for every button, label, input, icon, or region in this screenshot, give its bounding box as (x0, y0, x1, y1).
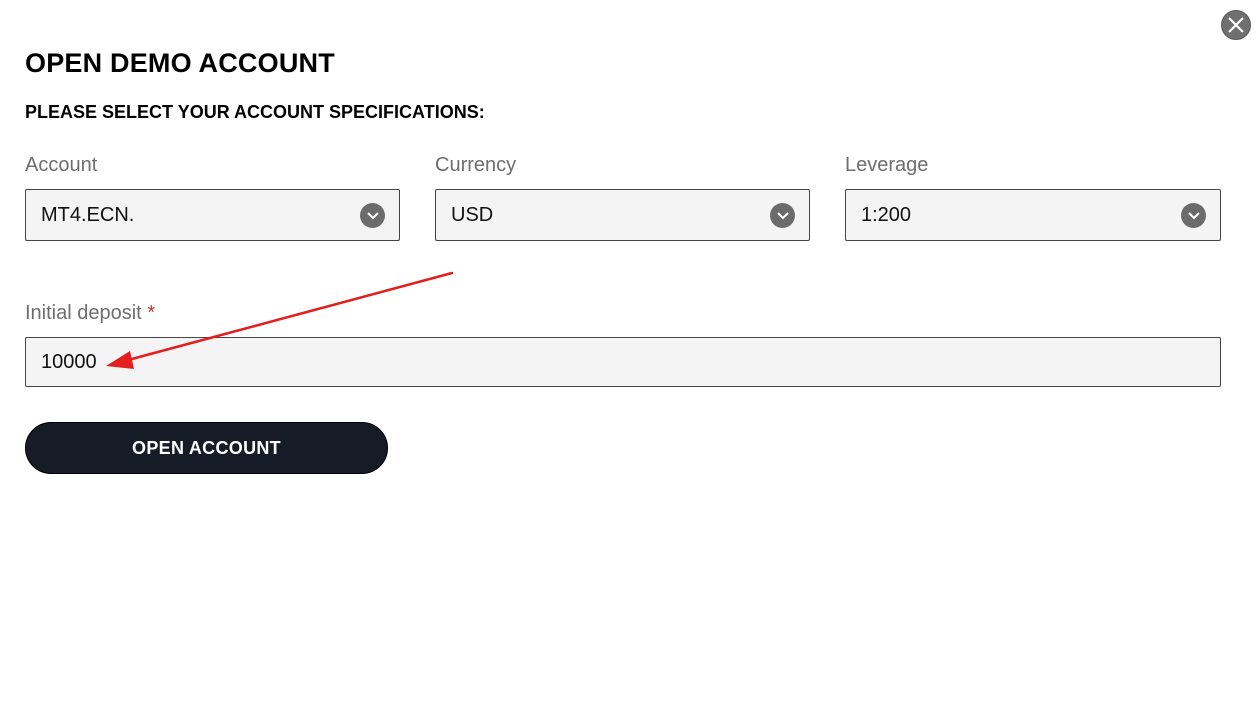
leverage-label: Leverage (845, 154, 929, 176)
chevron-down-icon (770, 203, 795, 228)
open-account-button[interactable]: OPEN ACCOUNT (25, 422, 388, 474)
leverage-select[interactable]: 1:200 (845, 189, 1221, 241)
currency-label: Currency (435, 154, 517, 176)
dialog-subtitle: PLEASE SELECT YOUR ACCOUNT SPECIFICATION… (25, 102, 485, 122)
initial-deposit-label-text: Initial deposit (25, 302, 142, 324)
close-icon (1228, 17, 1244, 33)
open-demo-account-dialog: OPEN DEMO ACCOUNT PLEASE SELECT YOUR ACC… (0, 0, 1259, 728)
chevron-down-icon (1181, 203, 1206, 228)
account-selected-value: MT4.ECN. (41, 203, 135, 226)
currency-selected-value: USD (451, 203, 494, 226)
account-label: Account (25, 154, 98, 176)
close-button[interactable] (1221, 10, 1251, 40)
leverage-selected-value: 1:200 (861, 203, 912, 226)
chevron-down-icon (360, 203, 385, 228)
initial-deposit-label: Initial deposit * (25, 302, 155, 325)
required-asterisk: * (147, 302, 156, 324)
currency-select[interactable]: USD (435, 189, 810, 241)
account-select[interactable]: MT4.ECN. (25, 189, 400, 241)
dialog-title: OPEN DEMO ACCOUNT (25, 48, 335, 78)
initial-deposit-input[interactable] (25, 337, 1221, 387)
